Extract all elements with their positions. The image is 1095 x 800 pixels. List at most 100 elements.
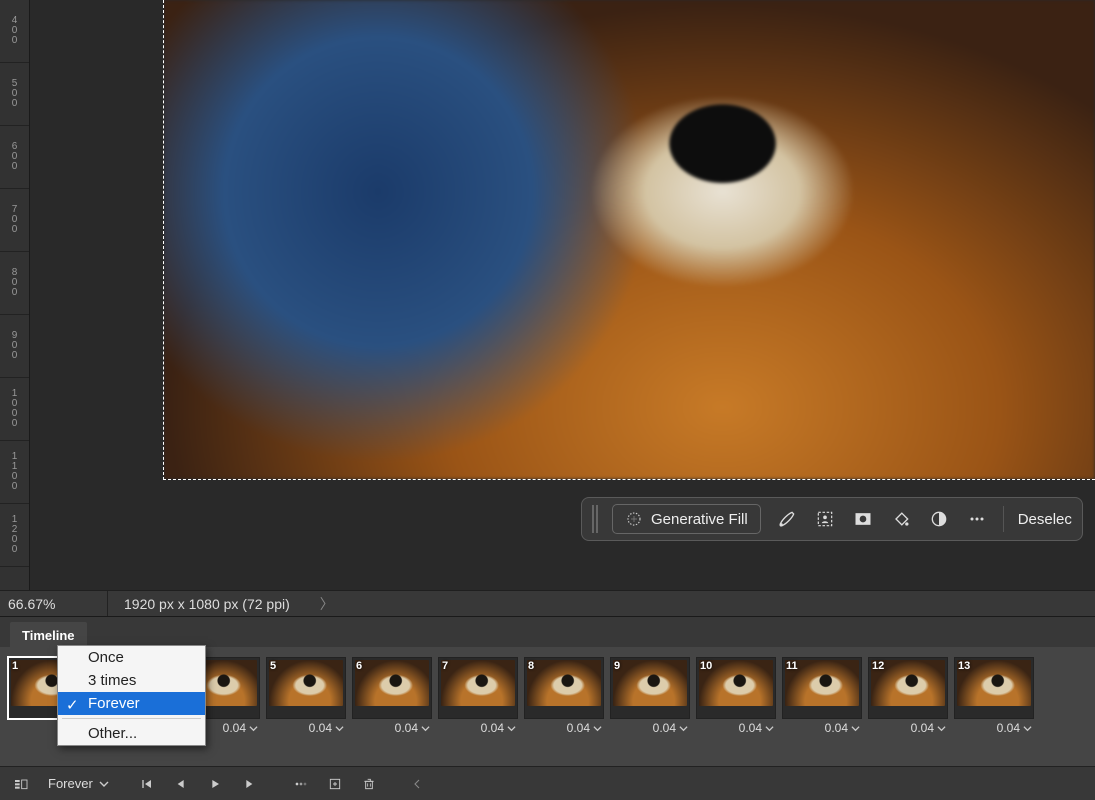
artboard[interactable] <box>163 0 1095 480</box>
frame-delay-selector[interactable]: 0.04 <box>438 721 518 735</box>
contextual-taskbar: Generative Fill Deselec <box>581 497 1083 541</box>
frame-delay-selector[interactable]: 0.04 <box>782 721 862 735</box>
loop-option-other[interactable]: Other... <box>58 722 205 745</box>
frame-thumbnail[interactable]: 8 <box>524 657 604 719</box>
vertical-ruler: 400500600700800900100011001200 <box>0 0 30 590</box>
frame: 100.04 <box>696 657 776 764</box>
frame-image <box>527 660 601 706</box>
frame-delay-selector[interactable]: 0.04 <box>352 721 432 735</box>
loop-selector[interactable]: Forever <box>40 774 128 793</box>
frame-image <box>355 660 429 706</box>
chevron-down-icon <box>507 724 516 733</box>
frame-delay-selector[interactable]: 0.04 <box>868 721 948 735</box>
delete-frame-button[interactable] <box>354 771 384 797</box>
first-frame-button[interactable] <box>132 771 162 797</box>
loop-option[interactable]: ✓Forever <box>58 692 205 715</box>
loop-option-label: 3 times <box>88 672 136 689</box>
chevron-down-icon <box>99 779 109 789</box>
frame-image <box>441 660 515 706</box>
frame-number: 5 <box>270 660 276 672</box>
frame: 90.04 <box>610 657 690 764</box>
frame-delay-value: 0.04 <box>739 721 762 735</box>
mask-icon[interactable] <box>851 507 875 531</box>
canvas-image <box>164 0 1095 479</box>
frame-delay-selector[interactable]: 0.04 <box>610 721 690 735</box>
ruler-tick: 400 <box>0 0 29 63</box>
chevron-down-icon <box>593 724 602 733</box>
ruler-tick: 600 <box>0 126 29 189</box>
frame-delay-value: 0.04 <box>395 721 418 735</box>
play-button[interactable] <box>200 771 230 797</box>
deselect-button[interactable]: Deselec <box>1018 511 1072 528</box>
frame-delay-value: 0.04 <box>653 721 676 735</box>
timeline-tab[interactable]: Timeline <box>10 622 87 647</box>
new-frame-button[interactable] <box>320 771 350 797</box>
frame-delay-value: 0.04 <box>997 721 1020 735</box>
document-info[interactable]: 1920 px x 1080 px (72 ppi) 〉 <box>108 594 1095 614</box>
frame-thumbnail[interactable]: 9 <box>610 657 690 719</box>
frame-thumbnail[interactable]: 6 <box>352 657 432 719</box>
ruler-tick: 900 <box>0 315 29 378</box>
frame-number: 6 <box>356 660 362 672</box>
frame-thumbnail[interactable]: 11 <box>782 657 862 719</box>
frame-delay-selector[interactable]: 0.04 <box>954 721 1034 735</box>
frame-delay-value: 0.04 <box>223 721 246 735</box>
prev-frame-button[interactable] <box>166 771 196 797</box>
frame-number: 9 <box>614 660 620 672</box>
chevron-down-icon <box>937 724 946 733</box>
frame-delay-selector[interactable]: 0.04 <box>524 721 604 735</box>
frame-delay-selector[interactable]: 0.04 <box>266 721 346 735</box>
scroll-left-icon[interactable] <box>402 771 432 797</box>
timeline-panel: Timeline Once3 times✓ForeverOther... 10.… <box>0 616 1095 800</box>
brush-icon[interactable] <box>775 507 799 531</box>
frame: 130.04 <box>954 657 1034 764</box>
frame-thumbnail[interactable]: 5 <box>266 657 346 719</box>
frame-delay-value: 0.04 <box>825 721 848 735</box>
tween-button[interactable] <box>286 771 316 797</box>
canvas-gutter <box>30 0 163 590</box>
sparkle-icon <box>625 510 643 528</box>
loop-option[interactable]: 3 times <box>58 669 205 692</box>
frame: 110.04 <box>782 657 862 764</box>
frame-thumbnail[interactable]: 12 <box>868 657 948 719</box>
frame-delay-value: 0.04 <box>481 721 504 735</box>
select-subject-icon[interactable] <box>813 507 837 531</box>
frame-thumbnail[interactable]: 7 <box>438 657 518 719</box>
frame-image <box>269 660 343 706</box>
chevron-down-icon <box>765 724 774 733</box>
next-frame-button[interactable] <box>234 771 264 797</box>
ruler-tick: 1000 <box>0 378 29 441</box>
status-bar: 66.67% 1920 px x 1080 px (72 ppi) 〉 <box>0 590 1095 616</box>
check-icon: ✓ <box>66 696 79 714</box>
canvas-column[interactable]: Generative Fill Deselec <box>163 0 1095 590</box>
timeline-controls: Forever <box>0 766 1095 800</box>
adjustment-icon[interactable] <box>927 507 951 531</box>
chevron-down-icon <box>421 724 430 733</box>
frame-number: 12 <box>872 660 884 672</box>
loop-selector-label: Forever <box>48 776 93 791</box>
loop-option-label: Once <box>88 649 124 666</box>
taskbar-drag-handle[interactable] <box>592 505 598 533</box>
convert-timeline-icon[interactable] <box>6 771 36 797</box>
zoom-level[interactable]: 66.67% <box>0 591 108 616</box>
frame-thumbnail[interactable]: 13 <box>954 657 1034 719</box>
frame-thumbnail[interactable]: 10 <box>696 657 776 719</box>
ruler-tick: 1200 <box>0 504 29 567</box>
frame: 120.04 <box>868 657 948 764</box>
more-icon[interactable] <box>965 507 989 531</box>
frame-number: 10 <box>700 660 712 672</box>
frame-delay-selector[interactable]: 0.04 <box>696 721 776 735</box>
frame: 70.04 <box>438 657 518 764</box>
fill-bucket-icon[interactable] <box>889 507 913 531</box>
chevron-down-icon <box>679 724 688 733</box>
frame-number: 7 <box>442 660 448 672</box>
frame-image <box>613 660 687 706</box>
ruler-tick: 800 <box>0 252 29 315</box>
info-arrow-icon[interactable]: 〉 <box>320 594 334 614</box>
frame-number: 13 <box>958 660 970 672</box>
menu-separator <box>62 718 201 719</box>
loop-option[interactable]: Once <box>58 646 205 669</box>
generative-fill-button[interactable]: Generative Fill <box>612 504 761 534</box>
ruler-tick: 1100 <box>0 441 29 504</box>
app-root: 400500600700800900100011001200 Generativ… <box>0 0 1095 800</box>
